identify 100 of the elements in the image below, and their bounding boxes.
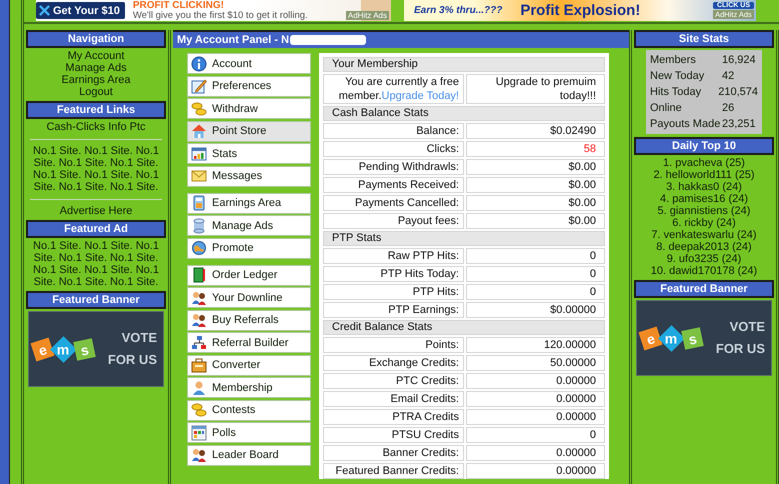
stat-value: 16,924 bbox=[722, 54, 756, 66]
table-cell: $0.00 bbox=[466, 213, 605, 229]
text-ad-line[interactable]: No.1 Site. No.1 Site. No.1 bbox=[33, 240, 159, 252]
menu-item[interactable]: Withdraw bbox=[187, 98, 311, 119]
ad-teaser: Earn 3% thru...??? bbox=[414, 5, 502, 16]
section-header: Site Stats bbox=[634, 30, 774, 48]
nav-link[interactable]: Manage Ads bbox=[65, 62, 127, 74]
leaderboard-entry: 2. helloworld111 (25) bbox=[653, 169, 755, 181]
menu-item[interactable]: Messages bbox=[187, 166, 311, 186]
table-cell: PTP Hits Today: bbox=[323, 266, 464, 282]
banner-caption: VOTE bbox=[730, 319, 765, 335]
table-cell: 0 bbox=[466, 427, 605, 443]
menu-item[interactable]: Stats bbox=[187, 143, 311, 164]
menu-item[interactable]: Earnings Area bbox=[187, 192, 311, 214]
text-ad-line[interactable]: Site. No.1 Site. No.1 Site. bbox=[34, 157, 158, 169]
letter-tile: m bbox=[50, 336, 77, 362]
table-cell: You are currently a free member.Upgrade Today! bbox=[323, 74, 464, 104]
nav-link[interactable]: My Account bbox=[68, 50, 124, 62]
leaderboard-entry: 6. rickby (24) bbox=[672, 217, 736, 229]
section-header: Featured Links bbox=[26, 101, 166, 119]
text-ad-line[interactable]: No.1 Site. No.1 Site. No.1 bbox=[33, 169, 159, 181]
network-icon bbox=[191, 334, 207, 350]
menu-item[interactable]: Order Ledger bbox=[187, 264, 311, 286]
table-cell: 0 bbox=[466, 248, 605, 264]
menu-item[interactable]: Manage Ads bbox=[187, 215, 311, 236]
menu-item[interactable]: Promote bbox=[187, 238, 311, 258]
menu-item[interactable]: Membership bbox=[187, 377, 311, 398]
toolbox-icon bbox=[191, 357, 207, 373]
menu-item[interactable]: Polls bbox=[187, 422, 311, 443]
stat-label: Hits Today bbox=[650, 86, 702, 98]
section-heading: Your Membership bbox=[323, 57, 605, 72]
table-cell: $0.00 bbox=[466, 195, 605, 211]
get-money-button[interactable]: Get Your $10 bbox=[36, 2, 125, 19]
text-ad-line[interactable]: Site. No.1 Site. No.1 Site. bbox=[34, 252, 158, 264]
nav-link[interactable]: Earnings Area bbox=[61, 74, 131, 86]
menu-item[interactable]: Account bbox=[187, 53, 311, 74]
book-icon bbox=[191, 267, 207, 283]
ad-tagline: We'll give you the first $10 to get it rolling. bbox=[132, 10, 308, 20]
text-ad-line[interactable]: Site. No.1 Site. No.1 Site. bbox=[34, 181, 158, 193]
vote-banner[interactable]: e m s VOTE FOR US bbox=[28, 311, 164, 387]
globe-icon bbox=[191, 240, 207, 256]
menu-item[interactable]: Preferences bbox=[187, 76, 311, 96]
table-cell: PTP Earnings: bbox=[323, 302, 464, 318]
menu-item[interactable]: Converter bbox=[187, 354, 311, 376]
leaderboard-entry: 10. dawid170178 (24) bbox=[650, 265, 758, 277]
stat-label: Online bbox=[650, 102, 683, 114]
table-cell: 0 bbox=[466, 266, 605, 282]
featured-link[interactable]: Cash-Clicks Info Ptc bbox=[46, 121, 146, 133]
section-header: Featured Ad bbox=[26, 220, 166, 238]
leaderboard-entry: 4. pamises16 (24) bbox=[660, 193, 748, 205]
text-ad-line[interactable]: No.1 Site. No.1 Site. No.1 bbox=[33, 145, 159, 157]
ad-banner[interactable]: Get Your $10 PROFIT CLICKING! We'll give you the first $10 to get it rolling. AdHitz Ads bbox=[36, 0, 391, 21]
banner-caption: VOTE bbox=[122, 330, 157, 346]
table-cell: Balance: bbox=[323, 123, 464, 139]
letter-tile: s bbox=[681, 326, 704, 350]
menu-item[interactable]: Contests bbox=[187, 400, 311, 420]
table-cell: Exchange Credits: bbox=[323, 355, 464, 371]
table-cell: Payments Received: bbox=[323, 177, 464, 193]
advertise-link[interactable]: Advertise Here bbox=[60, 205, 132, 217]
window-icon bbox=[191, 424, 207, 440]
section-heading: PTP Stats bbox=[323, 231, 605, 246]
table-cell: $0.00000 bbox=[466, 302, 605, 318]
menu-item[interactable]: Leader Board bbox=[187, 444, 311, 466]
cross-logo-icon bbox=[39, 5, 50, 16]
calculator-icon bbox=[191, 195, 207, 211]
banner-caption: FOR US bbox=[108, 352, 157, 368]
leaderboard-entry: 8. deepak2013 (24) bbox=[656, 241, 752, 253]
menu-item[interactable]: Buy Referrals bbox=[187, 310, 311, 330]
menu-item[interactable]: Your Downline bbox=[187, 287, 311, 308]
database-icon bbox=[191, 218, 207, 234]
nav-link[interactable]: Logout bbox=[79, 86, 113, 98]
table-cell: 120.00000 bbox=[466, 337, 605, 353]
text-ad-line[interactable]: Site. No.1 Site. No.1 Site. bbox=[34, 276, 158, 288]
table-cell: Email Credits: bbox=[323, 391, 464, 407]
table-cell: 0 bbox=[466, 284, 605, 300]
section-heading: Credit Balance Stats bbox=[323, 320, 605, 335]
table-cell: 50.00000 bbox=[466, 355, 605, 371]
leaderboard-entry: 3. hakkas0 (24) bbox=[666, 181, 742, 193]
leaderboard-entry: 5. giannistiens (24) bbox=[658, 205, 750, 217]
table-cell: PTP Hits: bbox=[323, 284, 464, 300]
vote-banner[interactable]: e m s VOTE FOR US bbox=[636, 300, 772, 376]
table-cell: $0.02490 bbox=[466, 123, 605, 139]
banner-caption: FOR US bbox=[716, 341, 765, 357]
table-cell: 0.00000 bbox=[466, 463, 605, 479]
table-cell: Clicks: bbox=[323, 141, 464, 157]
stat-value: 42 bbox=[722, 70, 734, 82]
pencil-icon bbox=[191, 78, 207, 94]
menu-item[interactable]: Point Store bbox=[187, 120, 311, 142]
table-cell: Payments Cancelled: bbox=[323, 195, 464, 211]
section-header: Featured Banner bbox=[634, 280, 774, 298]
table-cell: 0.00000 bbox=[466, 409, 605, 425]
table-cell: PTC Credits: bbox=[323, 373, 464, 389]
table-cell: 0.00000 bbox=[466, 373, 605, 389]
letter-tile: e bbox=[30, 337, 54, 361]
menu-item[interactable]: Referral Builder bbox=[187, 332, 311, 353]
stat-value: 26 bbox=[722, 102, 734, 114]
people-icon bbox=[191, 312, 207, 328]
stat-label: New Today bbox=[650, 70, 706, 82]
people-icon bbox=[191, 447, 207, 463]
text-ad-line[interactable]: No.1 Site. No.1 Site. No.1 bbox=[33, 264, 159, 276]
